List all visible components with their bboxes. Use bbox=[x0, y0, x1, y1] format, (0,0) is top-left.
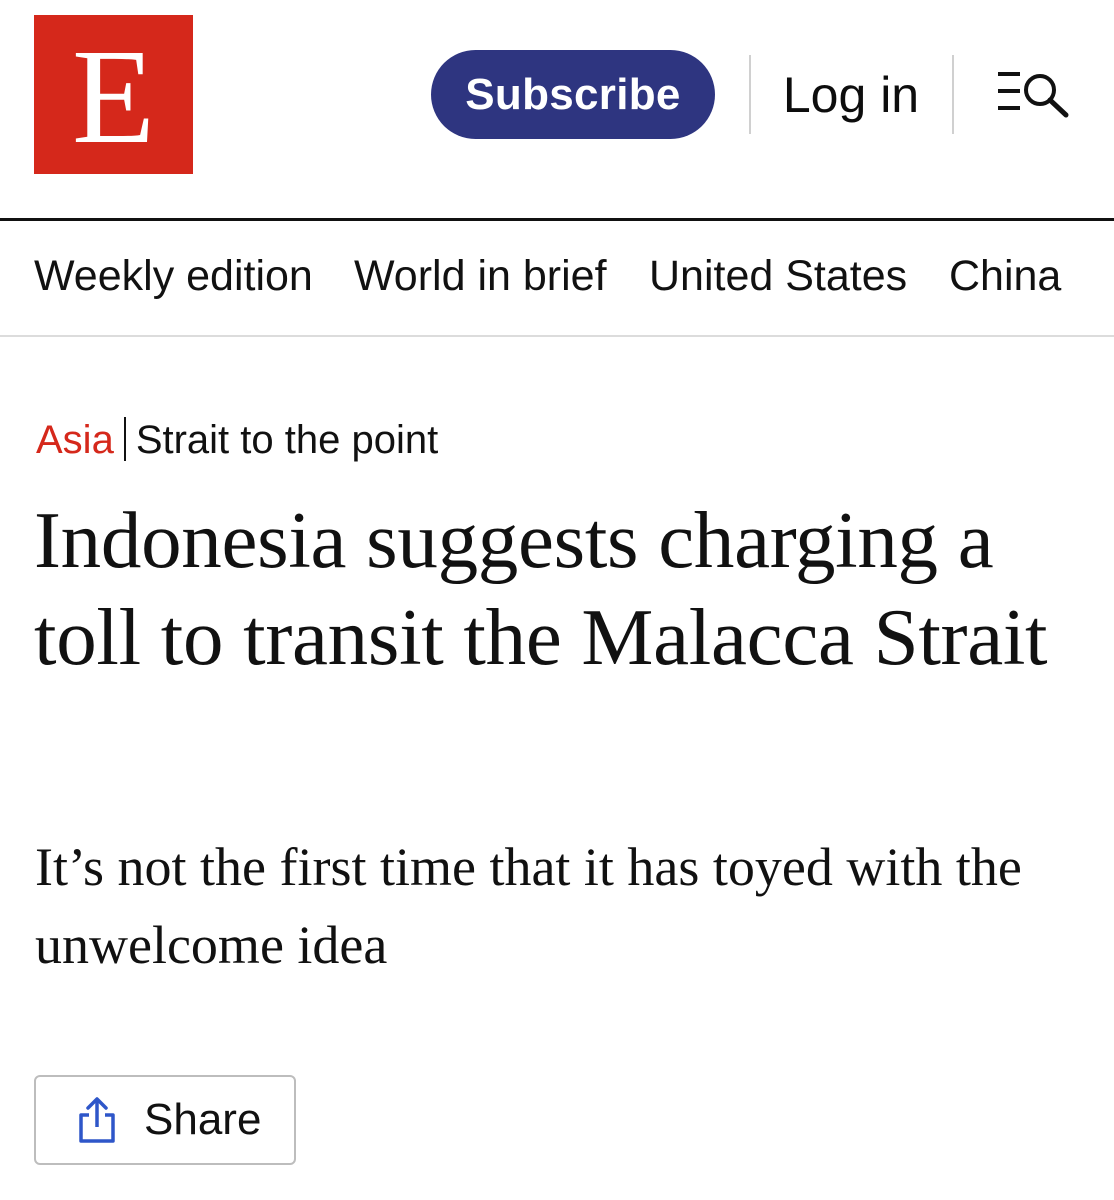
article-headline: Indonesia suggests charging a toll to tr… bbox=[34, 495, 1048, 682]
header-divider bbox=[749, 55, 751, 134]
logo-letter: E bbox=[71, 21, 156, 172]
fly-title: Strait to the point bbox=[135, 418, 439, 462]
header-divider bbox=[952, 55, 954, 134]
section-link[interactable]: Asia bbox=[36, 418, 114, 462]
login-button[interactable]: Log in bbox=[760, 50, 942, 139]
subscribe-button[interactable]: Subscribe bbox=[431, 50, 715, 139]
menu-search-icon[interactable] bbox=[992, 68, 1074, 122]
nav-item-weekly-edition[interactable]: Weekly edition bbox=[34, 251, 313, 303]
nav-item-china[interactable]: China bbox=[949, 251, 1061, 303]
share-label: Share bbox=[144, 1095, 262, 1144]
nav-rule bbox=[0, 335, 1114, 337]
rubric-separator bbox=[123, 417, 126, 461]
site-header: E Subscribe Log in bbox=[0, 0, 1114, 219]
economist-logo[interactable]: E bbox=[34, 15, 193, 174]
nav-item-united-states[interactable]: United States bbox=[649, 251, 907, 303]
nav-item-world-in-brief[interactable]: World in brief bbox=[354, 251, 607, 303]
article-subheadline: It’s not the first time that it has toye… bbox=[35, 837, 1022, 975]
article-rubric: Asia Strait to the point bbox=[36, 416, 438, 464]
share-icon bbox=[79, 1097, 115, 1143]
share-button[interactable]: Share bbox=[34, 1075, 296, 1165]
top-nav: Weekly edition World in brief United Sta… bbox=[0, 221, 1114, 336]
